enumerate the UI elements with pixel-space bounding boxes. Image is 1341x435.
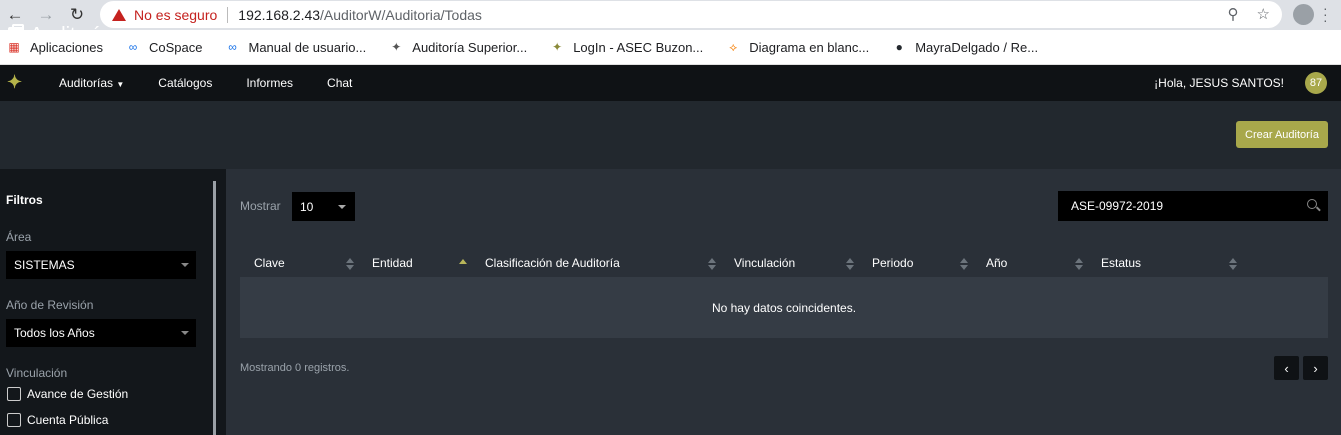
warning-icon bbox=[112, 8, 126, 21]
bookmark-label: Diagrama en blanc... bbox=[749, 39, 870, 55]
address-separator bbox=[227, 6, 229, 23]
caret-down-icon: ▼ bbox=[116, 80, 125, 89]
year-value: Todos los Años bbox=[14, 326, 95, 340]
area-value: SISTEMAS bbox=[14, 258, 75, 272]
create-audit-button[interactable]: Crear Auditoría bbox=[1236, 121, 1328, 148]
area-label: Área bbox=[6, 230, 32, 244]
nav-chat[interactable]: Chat bbox=[327, 76, 352, 90]
diagram-icon: ⟡ bbox=[729, 39, 738, 54]
show-label: Mostrar bbox=[240, 199, 281, 213]
chevron-down-icon bbox=[338, 205, 346, 209]
search-input[interactable]: ASE-09972-2019 bbox=[1058, 191, 1328, 221]
bookmark-label: LogIn - ASEC Buzon... bbox=[573, 39, 704, 55]
checkbox-cuenta-publica[interactable]: Cuenta Pública bbox=[7, 413, 108, 427]
records-count: Mostrando 0 registros. bbox=[240, 362, 350, 374]
search-icon[interactable] bbox=[1307, 199, 1317, 209]
nav-catalogos[interactable]: Catálogos bbox=[158, 76, 212, 90]
sidebar-scrollbar[interactable] bbox=[213, 181, 216, 435]
bookmark-auditoria-superior[interactable]: ✦ Auditoría Superior... bbox=[388, 39, 527, 55]
page-size-select[interactable]: 10 bbox=[292, 192, 355, 221]
url-path: /AuditorW/Auditoria/Todas bbox=[320, 6, 482, 23]
address-bar[interactable]: No es seguro 192.168.2.43/AuditorW/Audit… bbox=[100, 1, 1282, 28]
column-header-periodo[interactable]: Periodo bbox=[872, 256, 913, 270]
chevron-down-icon bbox=[181, 263, 189, 267]
page-size-value: 10 bbox=[300, 200, 314, 214]
year-select[interactable]: Todos los Años bbox=[6, 319, 196, 347]
empty-message: No hay datos coincidentes. bbox=[711, 300, 857, 315]
area-select[interactable]: SISTEMAS bbox=[6, 251, 196, 279]
bookmark-label: Auditoría Superior... bbox=[412, 39, 528, 55]
sort-icon[interactable] bbox=[708, 258, 716, 270]
sort-icon[interactable] bbox=[1229, 258, 1237, 270]
insecure-label: No es seguro bbox=[134, 6, 218, 23]
back-arrow-icon[interactable]: ← bbox=[4, 4, 26, 26]
apps-grid-icon: ▦ bbox=[8, 40, 20, 54]
page-title: Auditorías bbox=[30, 24, 121, 46]
zoom-icon[interactable]: ⚲ bbox=[1228, 5, 1239, 23]
column-header-entidad[interactable]: Entidad bbox=[372, 256, 413, 270]
cospace-icon: ∞ bbox=[228, 40, 237, 54]
year-label: Año de Revisión bbox=[6, 298, 94, 312]
profile-avatar-icon[interactable] bbox=[1293, 4, 1314, 25]
auditor-logo-icon: ✦ bbox=[552, 40, 563, 54]
url-host: 192.168.2.43 bbox=[238, 6, 321, 23]
bookmark-github[interactable]: ● MayraDelgado / Re... bbox=[891, 39, 1038, 55]
user-badge[interactable]: 87 bbox=[1305, 72, 1327, 94]
browser-menu-icon[interactable]: · · · bbox=[1323, 1, 1328, 27]
user-greeting[interactable]: ¡Hola, JESUS SANTOS! bbox=[1154, 76, 1284, 90]
bookmark-cospace[interactable]: ∞ CoSpace bbox=[125, 39, 203, 55]
sort-icon[interactable] bbox=[346, 258, 354, 270]
cospace-icon: ∞ bbox=[128, 40, 138, 54]
bookmarks-bar: ▦ Aplicaciones ∞ CoSpace ∞ Manual de usu… bbox=[0, 30, 1341, 65]
search-value: ASE-09972-2019 bbox=[1071, 199, 1164, 213]
column-header-clave[interactable]: Clave bbox=[254, 256, 285, 270]
forward-arrow-icon[interactable]: → bbox=[35, 4, 57, 26]
sort-asc-icon[interactable] bbox=[459, 259, 467, 264]
column-header-anio[interactable]: Año bbox=[986, 256, 1007, 270]
filters-title: Filtros bbox=[6, 193, 43, 207]
auditor-logo-icon: ✦ bbox=[391, 40, 402, 54]
app-nav: Auditorías ▼ Catálogos Informes Chat bbox=[59, 65, 386, 101]
sort-icon[interactable] bbox=[1075, 258, 1083, 270]
nav-auditorias[interactable]: Auditorías ▼ bbox=[59, 76, 124, 90]
checkbox-label: Cuenta Pública bbox=[27, 413, 109, 427]
github-icon: ● bbox=[895, 40, 903, 54]
nav-informes[interactable]: Informes bbox=[246, 76, 293, 90]
app-logo-icon[interactable]: ✦ bbox=[7, 72, 29, 94]
column-header-clasificacion[interactable]: Clasificación de Auditoría bbox=[485, 256, 620, 270]
bookmark-label: MayraDelgado / Re... bbox=[915, 39, 1039, 55]
sort-icon[interactable] bbox=[846, 258, 854, 270]
app-header: ✦ Auditorías ▼ Catálogos Informes Chat ¡… bbox=[0, 65, 1341, 101]
checkbox-box[interactable] bbox=[7, 387, 21, 401]
bookmark-label: Manual de usuario... bbox=[248, 39, 367, 55]
column-header-estatus[interactable]: Estatus bbox=[1101, 256, 1141, 270]
prev-page-button[interactable]: ‹ bbox=[1274, 356, 1299, 380]
table-empty-row: No hay datos coincidentes. bbox=[240, 277, 1328, 338]
chevron-down-icon bbox=[181, 331, 189, 335]
sort-icon[interactable] bbox=[960, 258, 968, 270]
page-title-bar bbox=[0, 101, 1341, 169]
column-header-vinculacion[interactable]: Vinculación bbox=[734, 256, 795, 270]
checkbox-box[interactable] bbox=[7, 413, 21, 427]
bookmark-label: CoSpace bbox=[149, 39, 203, 55]
next-page-button[interactable]: › bbox=[1303, 356, 1328, 380]
checkbox-label: Avance de Gestión bbox=[27, 387, 129, 401]
bookmark-diagrama[interactable]: ⟡ Diagrama en blanc... bbox=[725, 39, 869, 55]
reload-icon[interactable]: ↻ bbox=[66, 4, 88, 26]
briefcase-icon bbox=[8, 24, 24, 41]
nav-label: Auditorías bbox=[59, 76, 114, 90]
bookmark-star-icon[interactable]: ☆ bbox=[1257, 5, 1270, 23]
checkbox-avance-gestion[interactable]: Avance de Gestión bbox=[7, 387, 128, 401]
bookmark-manual[interactable]: ∞ Manual de usuario... bbox=[224, 39, 366, 55]
bookmark-login-asec[interactable]: ✦ LogIn - ASEC Buzon... bbox=[549, 39, 703, 55]
vinculacion-label: Vinculación bbox=[6, 366, 68, 380]
